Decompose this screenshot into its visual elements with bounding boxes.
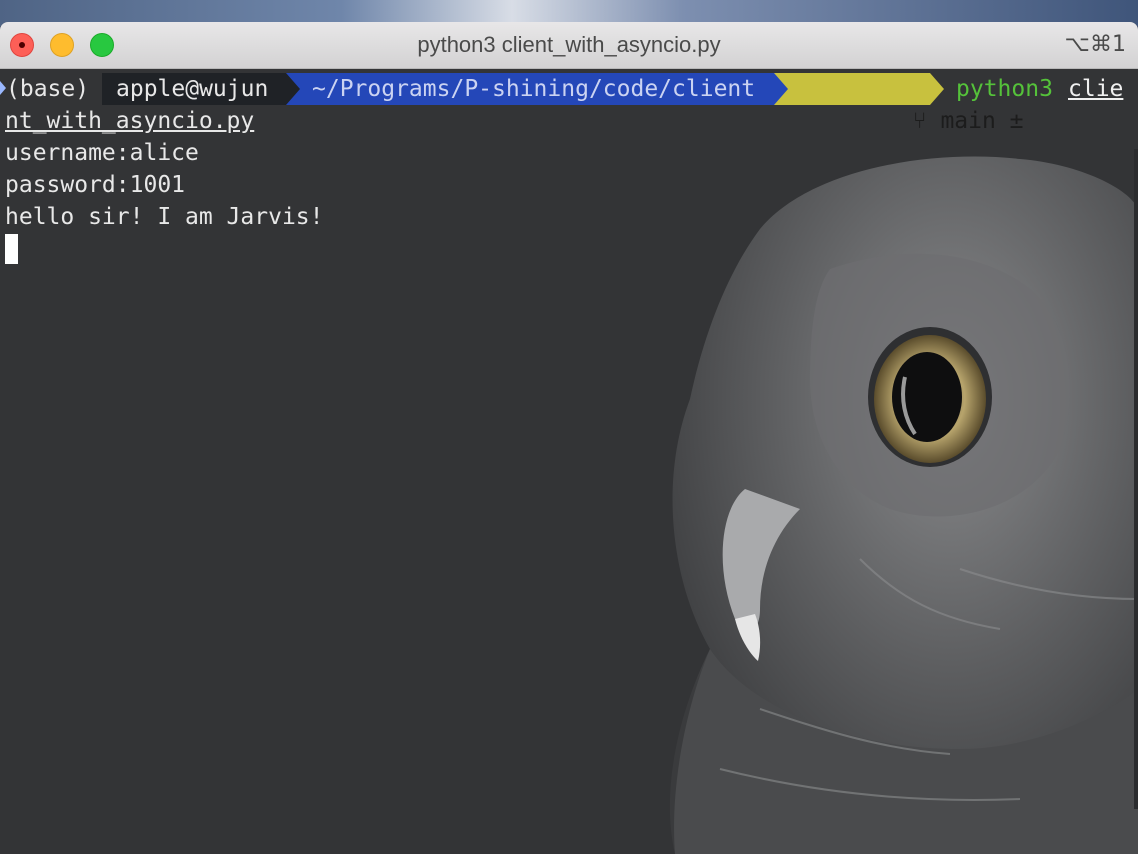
output-line: hello sir! I am Jarvis! <box>5 204 324 230</box>
branch-icon: ⑂ <box>912 108 941 134</box>
output-line: password:1001 <box>5 172 186 198</box>
owl-background-image <box>669 156 1138 854</box>
output-line: username:alice <box>5 140 199 166</box>
tab-shortcut: ⌥⌘1 <box>1064 32 1126 57</box>
branch-name: main ± <box>940 108 1024 134</box>
terminal-window[interactable]: python3 client_with_asyncio.py ⌥⌘1 (base… <box>0 22 1138 854</box>
title-bar[interactable]: python3 client_with_asyncio.py ⌥⌘1 <box>0 22 1138 69</box>
segment-separator-icon <box>774 73 788 105</box>
text-cursor <box>5 234 18 264</box>
command-argument: clie <box>1068 76 1124 102</box>
prompt-user: apple@wujun <box>102 73 286 105</box>
segment-separator-icon <box>930 73 944 105</box>
conda-env: (base) <box>6 76 90 102</box>
window-title: python3 client_with_asyncio.py <box>417 32 721 57</box>
command-name: python3 <box>956 76 1053 102</box>
prompt-line: (base) apple@wujun ~/Programs/P-shining/… <box>0 73 1138 134</box>
scrollbar-track[interactable] <box>1134 149 1138 809</box>
prompt-path: ~/Programs/P-shining/code/client <box>286 73 774 105</box>
segment-separator-icon <box>286 73 300 105</box>
prompt-git-branch: ⑂ main ± <box>774 73 1024 134</box>
command-argument-wrap: nt_with_asyncio.py <box>5 108 255 134</box>
terminal-content[interactable]: (base) apple@wujun ~/Programs/P-shining/… <box>0 69 1138 854</box>
